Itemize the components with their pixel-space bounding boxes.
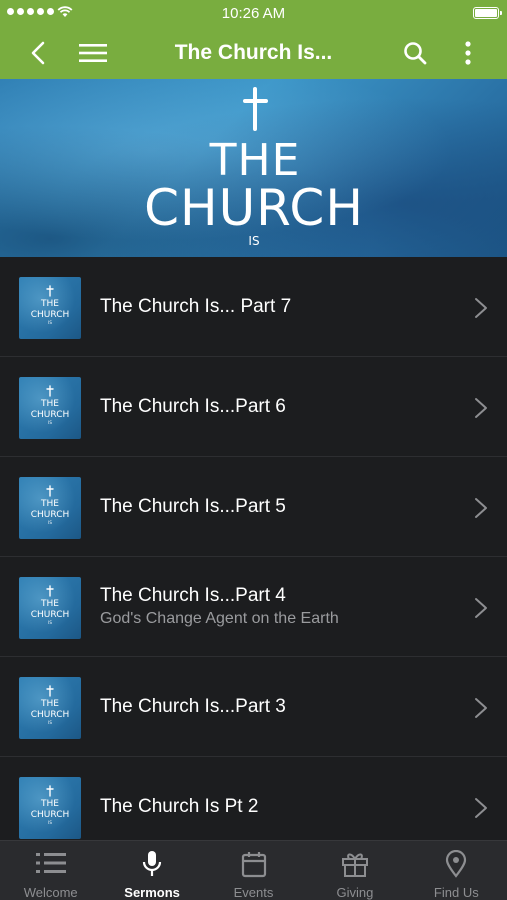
sermon-row[interactable]: THE CHURCH IS The Church Is...Part 5 bbox=[0, 457, 507, 557]
search-button[interactable] bbox=[400, 26, 430, 79]
svg-text:CHURCH: CHURCH bbox=[31, 810, 70, 820]
banner-line2: CHURCH bbox=[144, 179, 364, 237]
status-time: 10:26 AM bbox=[221, 5, 286, 22]
sermon-row[interactable]: THE CHURCH IS The Church Is...Part 6 bbox=[0, 357, 507, 457]
sermon-title: The Church Is...Part 4 bbox=[100, 585, 286, 606]
series-thumbnail-art: THECHURCHIS bbox=[31, 685, 70, 725]
sermon-thumbnail: THE CHURCH IS bbox=[19, 777, 81, 839]
series-thumbnail-art: THECHURCHIS bbox=[31, 785, 70, 825]
svg-text:CHURCH: CHURCH bbox=[31, 710, 70, 720]
tab-welcome[interactable]: Welcome bbox=[0, 841, 101, 900]
sermon-row[interactable]: THE CHURCH IS The Church Is...Part 4 God's C… bbox=[0, 557, 507, 657]
tab-label: Giving bbox=[336, 885, 374, 900]
chevron-left-icon bbox=[31, 41, 45, 64]
menu-button[interactable] bbox=[76, 26, 110, 79]
sermon-text: The Church Is Pt 2 bbox=[100, 757, 447, 840]
sermon-thumbnail: THE CHURCH IS bbox=[19, 377, 81, 439]
series-banner: THE CHURCH IS bbox=[0, 79, 507, 257]
sermon-thumbnail: THE CHURCH IS bbox=[19, 677, 81, 739]
gift-icon bbox=[304, 850, 405, 878]
sermon-text: The Church Is...Part 5 bbox=[100, 457, 447, 557]
tab-bar: Welcome Sermons Events Giving Find Us bbox=[0, 840, 507, 900]
calendar-icon bbox=[203, 850, 304, 878]
svg-text:CHURCH: CHURCH bbox=[31, 410, 70, 420]
map-pin-icon bbox=[406, 850, 507, 878]
chevron-right-icon bbox=[475, 798, 487, 818]
svg-text:CHURCH: CHURCH bbox=[31, 510, 70, 520]
battery-full-icon bbox=[473, 7, 502, 19]
sermon-title: The Church Is...Part 6 bbox=[100, 396, 286, 417]
tab-events[interactable]: Events bbox=[203, 841, 304, 900]
sermon-text: The Church Is... Part 7 bbox=[100, 257, 447, 357]
nav-bar: The Church Is... bbox=[0, 26, 507, 79]
sermon-title: The Church Is...Part 5 bbox=[100, 496, 286, 517]
series-thumbnail-art: THECHURCHIS bbox=[31, 485, 70, 525]
sermon-title: The Church Is...Part 3 bbox=[100, 696, 286, 717]
svg-text:IS: IS bbox=[48, 720, 52, 725]
series-artwork: THE CHURCH IS bbox=[144, 87, 364, 248]
microphone-icon bbox=[101, 850, 202, 878]
svg-text:THE: THE bbox=[40, 299, 59, 309]
svg-text:IS: IS bbox=[48, 620, 52, 625]
series-thumbnail-art: THECHURCHIS bbox=[31, 285, 70, 325]
tab-sermons[interactable]: Sermons bbox=[101, 841, 202, 900]
sermon-list: THE CHURCH IS The Church Is... Part 7 THE CHU… bbox=[0, 257, 507, 840]
more-options-button[interactable] bbox=[455, 26, 481, 79]
chevron-right-icon bbox=[475, 398, 487, 418]
svg-text:CHURCH: CHURCH bbox=[31, 310, 70, 320]
svg-text:THE: THE bbox=[40, 499, 59, 509]
svg-text:IS: IS bbox=[48, 820, 52, 825]
tab-find-us[interactable]: Find Us bbox=[406, 841, 507, 900]
chevron-right-icon bbox=[475, 598, 487, 618]
chevron-right-icon bbox=[475, 298, 487, 318]
sermon-thumbnail: THE CHURCH IS bbox=[19, 477, 81, 539]
back-button[interactable] bbox=[22, 26, 54, 79]
search-icon bbox=[404, 41, 427, 64]
sermon-row[interactable]: THE CHURCH IS The Church Is Pt 2 bbox=[0, 757, 507, 840]
sermon-title: The Church Is Pt 2 bbox=[100, 796, 259, 817]
banner-line3: IS bbox=[248, 234, 259, 248]
sermon-thumbnail: THE CHURCH IS bbox=[19, 277, 81, 339]
sermon-row[interactable]: THE CHURCH IS The Church Is...Part 3 bbox=[0, 657, 507, 757]
status-bar: 10:26 AM bbox=[0, 0, 507, 26]
series-thumbnail-art: THECHURCHIS bbox=[31, 385, 70, 425]
sermon-row[interactable]: THE CHURCH IS The Church Is... Part 7 bbox=[0, 257, 507, 357]
sermon-subtitle: God's Change Agent on the Earth bbox=[100, 610, 339, 627]
sermon-text: The Church Is...Part 4 God's Change Agent… bbox=[100, 557, 447, 657]
tab-label: Sermons bbox=[124, 885, 180, 900]
svg-text:IS: IS bbox=[48, 320, 52, 325]
svg-text:CHURCH: CHURCH bbox=[31, 610, 70, 620]
tab-label: Welcome bbox=[23, 885, 78, 900]
sermon-text: The Church Is...Part 3 bbox=[100, 657, 447, 757]
list-icon bbox=[0, 850, 101, 878]
hamburger-menu-icon bbox=[79, 43, 107, 62]
tab-giving[interactable]: Giving bbox=[304, 841, 405, 900]
svg-text:IS: IS bbox=[48, 420, 52, 425]
vertical-dots-icon bbox=[465, 40, 471, 65]
chevron-right-icon bbox=[475, 498, 487, 518]
svg-text:THE: THE bbox=[40, 699, 59, 709]
svg-text:IS: IS bbox=[48, 520, 52, 525]
svg-text:THE: THE bbox=[40, 599, 59, 609]
svg-text:THE: THE bbox=[40, 799, 59, 809]
tab-label: Find Us bbox=[433, 885, 479, 900]
series-thumbnail-art: THECHURCHIS bbox=[31, 585, 70, 625]
sermon-thumbnail: THE CHURCH IS bbox=[19, 577, 81, 639]
svg-text:THE: THE bbox=[40, 399, 59, 409]
chevron-right-icon bbox=[475, 698, 487, 718]
sermon-title: The Church Is... Part 7 bbox=[100, 296, 292, 317]
tab-label: Events bbox=[233, 885, 274, 900]
sermon-text: The Church Is...Part 6 bbox=[100, 357, 447, 457]
